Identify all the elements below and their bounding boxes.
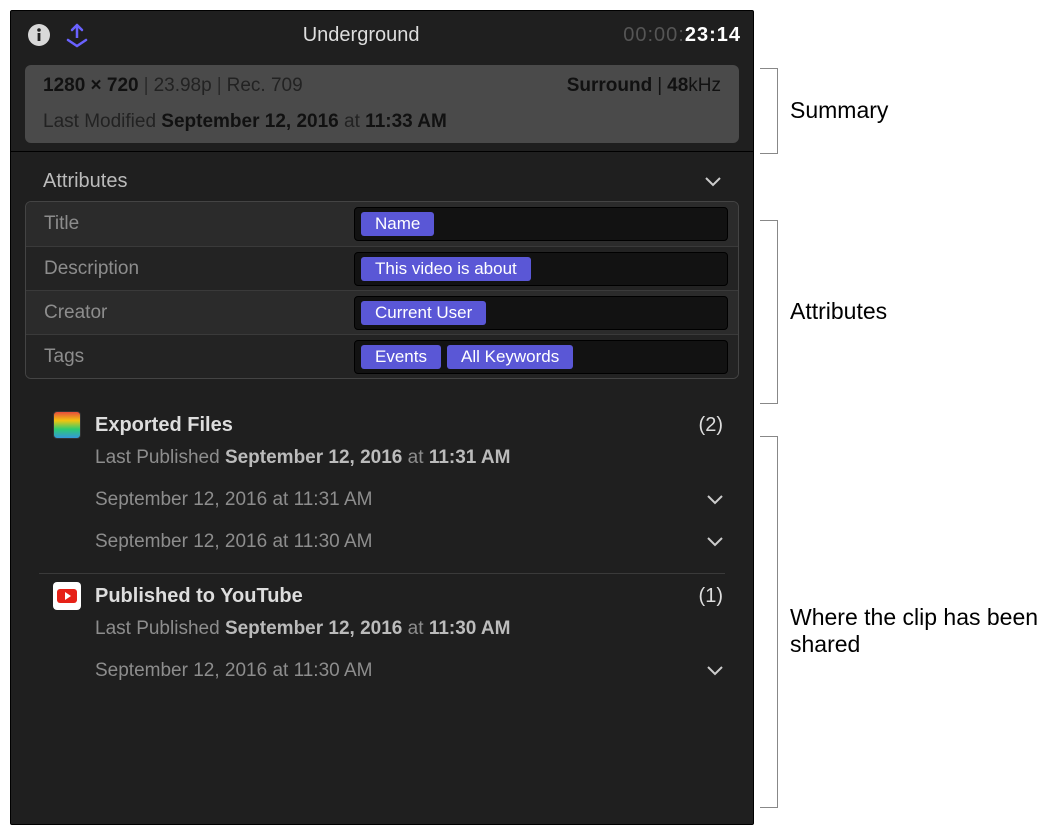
timecode: 00:00:23:14 (623, 24, 741, 47)
attr-label-tags: Tags (44, 346, 354, 368)
share-history-section: Exported Files (2) Last Published Septem… (11, 389, 753, 702)
token-events[interactable]: Events (361, 345, 441, 369)
token-name[interactable]: Name (361, 212, 434, 236)
attr-row-creator: Creator Current User (26, 290, 738, 334)
timecode-dim: 00:00: (623, 24, 685, 46)
attributes-section: Attributes Title Name Description This v… (25, 158, 739, 379)
attr-field-tags[interactable]: Events All Keywords (354, 340, 728, 374)
summary-modified: Last Modified September 12, 2016 at 11:3… (43, 111, 721, 133)
share-exported-count: (2) (699, 414, 723, 437)
attr-label-title: Title (44, 213, 354, 235)
attr-field-description[interactable]: This video is about (354, 252, 728, 286)
token-creator[interactable]: Current User (361, 301, 486, 325)
share-youtube: Published to YouTube (1) Last Published … (25, 578, 739, 692)
callout-bracket-attributes (760, 220, 778, 404)
attr-label-creator: Creator (44, 302, 354, 324)
clip-title: Underground (99, 24, 623, 47)
callout-bracket-summary (760, 68, 778, 154)
callout-label-attributes: Attributes (790, 298, 887, 325)
attributes-header-label: Attributes (43, 170, 127, 193)
divider (11, 151, 753, 152)
callout-label-shared: Where the clip has been shared (790, 604, 1040, 658)
summary-audio-info: Surround|48kHz (567, 75, 721, 97)
share-exported-head: Exported Files (2) (25, 407, 739, 443)
info-tab-icon[interactable] (23, 19, 55, 51)
share-exported-item-1[interactable]: September 12, 2016 at 11:30 AM (25, 521, 739, 563)
panel-header: Underground 00:00:23:14 (11, 11, 753, 59)
callout-label-summary: Summary (790, 97, 888, 124)
attr-field-title[interactable]: Name (354, 207, 728, 241)
share-youtube-last: Last Published September 12, 2016 at 11:… (25, 614, 739, 650)
divider (39, 573, 725, 574)
share-youtube-title: Published to YouTube (95, 585, 699, 608)
share-youtube-item-0[interactable]: September 12, 2016 at 11:30 AM (25, 650, 739, 692)
summary-video-info: 1280 × 720|23.98p|Rec. 709 (43, 75, 567, 97)
attributes-rows: Title Name Description This video is abo… (25, 201, 739, 379)
summary-box: 1280 × 720|23.98p|Rec. 709 Surround|48kH… (25, 65, 739, 143)
callout-bracket-shared (760, 436, 778, 808)
exported-files-icon (53, 411, 81, 439)
share-tab-icon[interactable] (61, 19, 93, 51)
chevron-down-icon (705, 177, 721, 187)
chevron-down-icon (707, 495, 723, 505)
attr-row-title: Title Name (26, 202, 738, 246)
attr-field-creator[interactable]: Current User (354, 296, 728, 330)
share-youtube-head: Published to YouTube (1) (25, 578, 739, 614)
share-exported-title: Exported Files (95, 414, 699, 437)
attr-row-tags: Tags Events All Keywords (26, 334, 738, 378)
attributes-header[interactable]: Attributes (25, 158, 739, 201)
attr-row-description: Description This video is about (26, 246, 738, 290)
token-description[interactable]: This video is about (361, 257, 531, 281)
share-exported-last: Last Published September 12, 2016 at 11:… (25, 443, 739, 479)
summary-top: 1280 × 720|23.98p|Rec. 709 Surround|48kH… (43, 75, 721, 97)
share-inspector-panel: Underground 00:00:23:14 1280 × 720|23.98… (10, 10, 754, 825)
chevron-down-icon (707, 666, 723, 676)
attr-label-description: Description (44, 258, 354, 280)
youtube-icon (53, 582, 81, 610)
share-youtube-count: (1) (699, 585, 723, 608)
chevron-down-icon (707, 537, 723, 547)
share-exported-item-0[interactable]: September 12, 2016 at 11:31 AM (25, 479, 739, 521)
share-exported-files: Exported Files (2) Last Published Septem… (25, 407, 739, 563)
token-keywords[interactable]: All Keywords (447, 345, 573, 369)
timecode-bright: 23:14 (685, 24, 741, 46)
